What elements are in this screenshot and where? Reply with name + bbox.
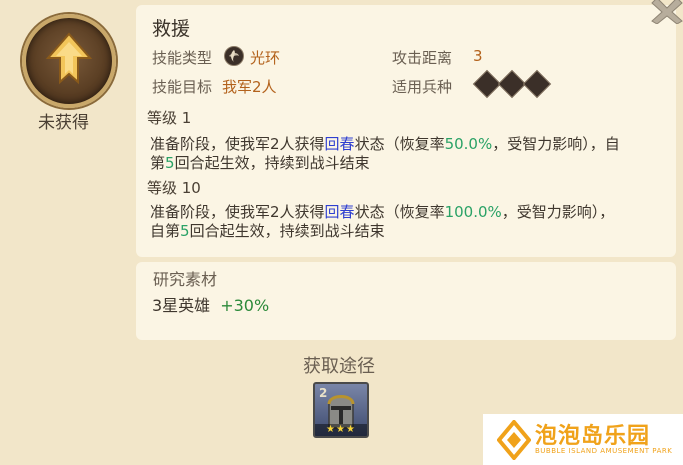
aura-icon	[224, 46, 244, 66]
skill-type-value: 光环	[250, 49, 281, 67]
close-icon[interactable]	[650, 0, 683, 24]
watermark-logo-icon	[497, 420, 531, 460]
keyword-link[interactable]: 回春	[325, 135, 355, 153]
watermark-title: 泡泡岛乐园	[535, 424, 651, 449]
skill-name: 救援	[152, 18, 191, 40]
level-10-description: 准备阶段，使我军2人获得回春状态（恢复率100.0%，受智力影响）， 自第5回合…	[150, 203, 615, 240]
unit-types-label: 适用兵种	[392, 78, 453, 96]
level-1-description: 准备阶段，使我军2人获得回春状态（恢复率50.0%，受智力影响），自 第5回合起…	[150, 135, 620, 172]
arrow-up-icon	[45, 32, 93, 85]
research-title: 研究素材	[153, 270, 218, 289]
hero-stars: ★★★	[315, 424, 367, 436]
keyword-link[interactable]: 回春	[325, 203, 355, 221]
attack-range-value: 3	[473, 47, 483, 65]
skill-detail-window: 未获得 救援 技能类型 光环 攻击距离 3 技能目标 我军2人 适用兵种 等级 …	[0, 0, 683, 465]
skill-status: 未获得	[38, 113, 89, 133]
level-1-label: 等级 1	[147, 109, 192, 127]
skill-icon	[22, 14, 116, 108]
attack-range-label: 攻击距离	[392, 49, 453, 67]
research-item: 3星英雄 +30%	[152, 296, 270, 315]
research-bonus: +30%	[220, 296, 270, 315]
obtain-title: 获取途径	[303, 356, 375, 377]
level-10-label: 等级 10	[147, 179, 201, 197]
watermark-subtitle: BUBBLE ISLAND AMUSEMENT PARK	[535, 447, 673, 455]
skill-target-label: 技能目标	[152, 78, 213, 96]
skill-target-value: 我军2人	[222, 78, 277, 96]
skill-type-label: 技能类型	[152, 49, 213, 67]
hero-card[interactable]: 2 ★★★	[313, 382, 369, 438]
